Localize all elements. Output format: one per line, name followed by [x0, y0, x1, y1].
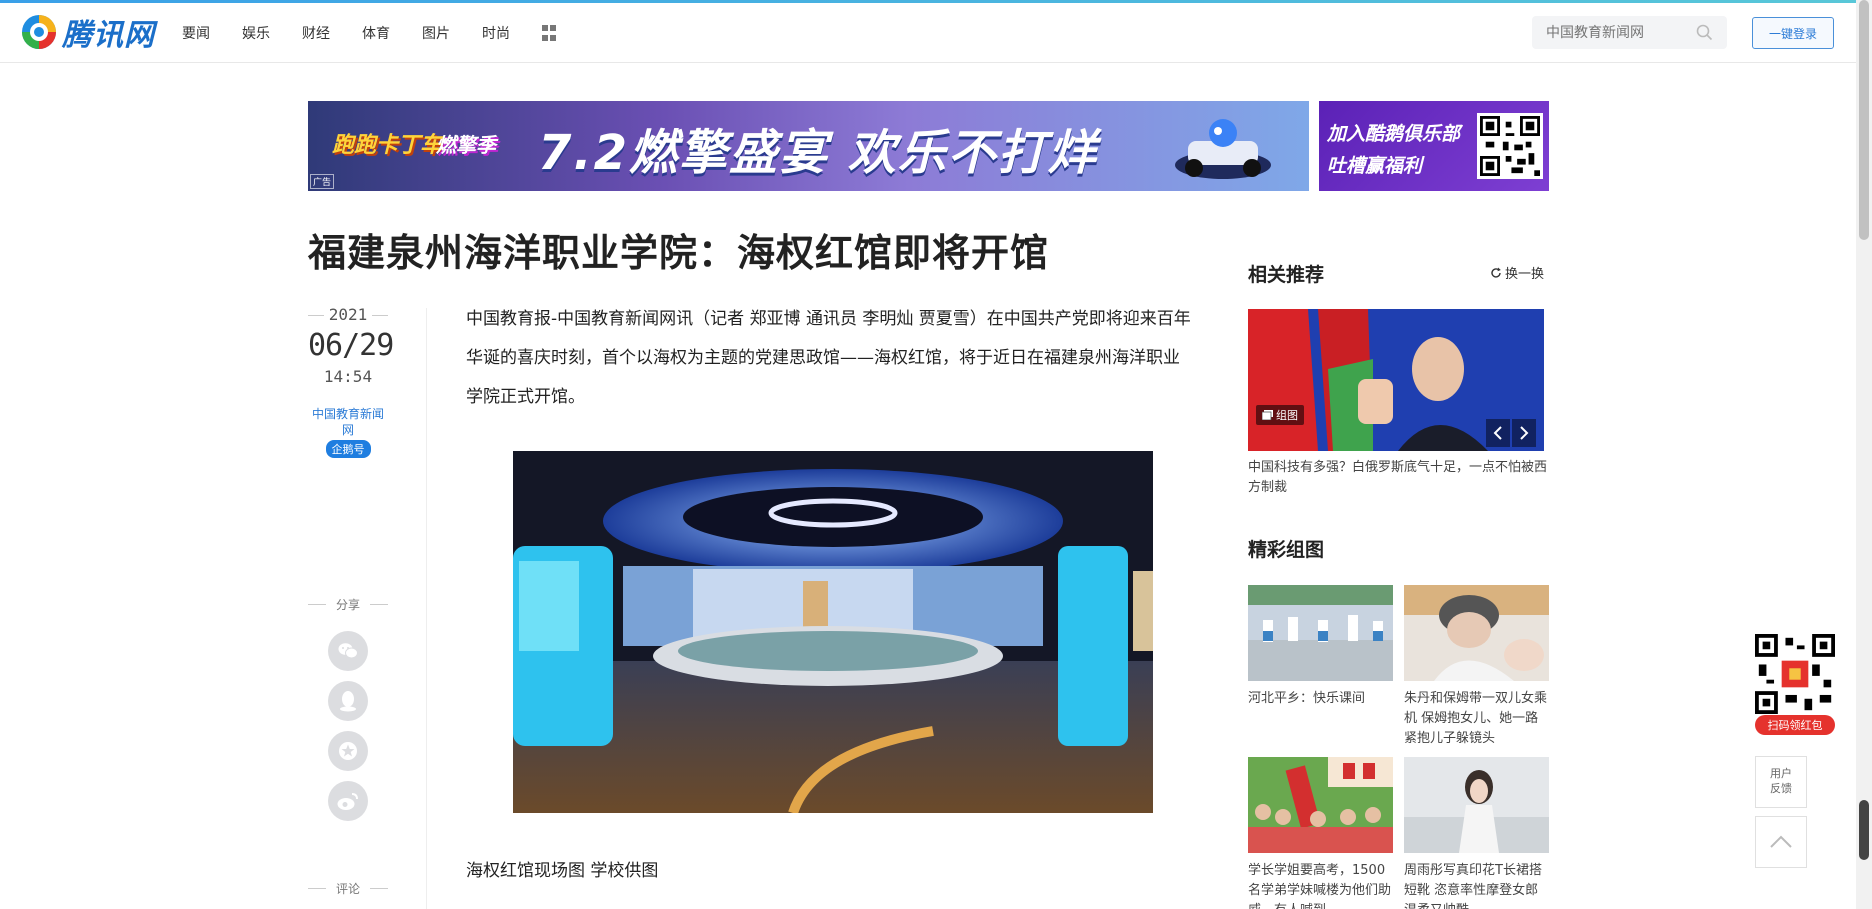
back-to-top-button[interactable] — [1755, 816, 1807, 868]
gallery-item[interactable]: 朱丹和保姆带一双儿女乘机 保姆抱女儿、她一路紧抱儿子躲镜头 — [1404, 585, 1549, 749]
banner-ad[interactable]: 跑跑卡丁车 燃擎季 7.2燃擎盛宴 欢乐不打烊 广告 — [308, 101, 1309, 191]
photo-caption: 海权红馆现场图 学校供图 — [466, 861, 659, 881]
login-button[interactable]: 一键登录 — [1752, 17, 1834, 49]
scrollbar-thumb[interactable] — [1859, 0, 1869, 240]
qr-code-icon — [1477, 113, 1543, 179]
refresh-button[interactable]: 换一换 — [1490, 263, 1544, 282]
gallery-caption: 学长学姐要高考，1500名学弟学妹喊楼为他们助威，有人喊到 — [1248, 863, 1392, 909]
share-wechat-button[interactable] — [328, 631, 368, 671]
share-label: 分享 — [308, 596, 388, 613]
gallery-item[interactable]: 河北平乡：快乐课间 — [1248, 585, 1393, 709]
gallery-item[interactable]: 周雨彤写真印花T长裙搭短靴 恣意率性摩登女郎温柔又帅酷 — [1404, 757, 1549, 909]
search-input[interactable] — [1532, 16, 1682, 49]
nav-item-finance[interactable]: 财经 — [302, 23, 330, 43]
article-meta: 2021 06/29 14:54 中国教育新闻网 企鹅号 — [308, 305, 394, 458]
gallery-caption: 河北平乡：快乐课间 — [1248, 691, 1366, 706]
meta-divider — [426, 308, 427, 909]
nav-item-pictures[interactable]: 图片 — [422, 23, 450, 43]
gallery-caption: 朱丹和保姆带一双儿女乘机 保姆抱女儿、她一路紧抱儿子躲镜头 — [1404, 691, 1548, 746]
article-title: 福建泉州海洋职业学院：海权红馆即将开馆 — [308, 231, 1050, 275]
tencent-logo-icon — [22, 15, 56, 49]
article-lead: 中国教育报-中国教育新闻网讯（记者 郑亚博 通讯员 李明灿 贾夏雪）在中国共产党… — [466, 309, 1191, 407]
share-weibo-button[interactable] — [328, 781, 368, 821]
gallery-thumb — [1404, 757, 1549, 853]
site-logo[interactable]: 腾讯网 — [20, 11, 155, 53]
gallery-section-title: 精彩组图 — [1248, 539, 1325, 561]
gallery-badge: 组图 — [1256, 405, 1304, 425]
side-ad-line-2: 吐槽赢福利 — [1327, 155, 1423, 177]
nav-item-entertainment[interactable]: 娱乐 — [242, 23, 270, 43]
banner-game-logo-2: 燃擎季 — [436, 133, 496, 157]
nav-item-fashion[interactable]: 时尚 — [482, 23, 510, 43]
search-box — [1532, 16, 1727, 49]
gallery-icon — [1262, 410, 1273, 420]
publish-date: 06/29 — [308, 328, 394, 363]
refresh-label: 换一换 — [1505, 267, 1545, 282]
star-icon — [339, 742, 357, 760]
nav-item-sports[interactable]: 体育 — [362, 23, 390, 43]
related-caption[interactable]: 中国科技有多强？白俄罗斯底气十足，一点不怕被西方制裁 — [1248, 458, 1548, 498]
share-qzone-button[interactable] — [328, 731, 368, 771]
article-photo — [513, 451, 1153, 813]
scrollbar-thumb-secondary[interactable] — [1859, 800, 1869, 860]
chevron-up-icon — [1770, 835, 1792, 848]
side-banner-ad[interactable]: 加入酷鹅俱乐部 吐槽赢福利 — [1319, 101, 1549, 191]
gallery-caption: 周雨彤写真印花T长裙搭短靴 恣意率性摩登女郎温柔又帅酷 — [1404, 863, 1542, 909]
main-nav: 要闻 娱乐 财经 体育 图片 时尚 — [182, 23, 556, 43]
side-ad-line-1: 加入酷鹅俱乐部 — [1327, 123, 1461, 145]
refresh-icon — [1491, 267, 1501, 278]
more-grid-icon[interactable] — [542, 25, 556, 43]
redpack-button[interactable]: 扫码领红包 — [1755, 715, 1835, 735]
publish-year: 2021 — [308, 305, 388, 324]
nav-item-news[interactable]: 要闻 — [182, 23, 210, 43]
banner-game-logo: 跑跑卡丁车 — [332, 133, 443, 158]
carousel-next-button[interactable] — [1512, 419, 1536, 447]
carousel-prev-button[interactable] — [1486, 419, 1510, 447]
related-gallery-image[interactable]: 组图 — [1248, 309, 1544, 451]
search-icon[interactable] — [1696, 24, 1713, 41]
gallery-item[interactable]: 学长学姐要高考，1500名学弟学妹喊楼为他们助威，有人喊到 — [1248, 757, 1393, 909]
source-badge[interactable]: 企鹅号 — [325, 440, 371, 458]
redpack-qr-code-icon[interactable] — [1755, 634, 1835, 714]
chevron-right-icon — [1520, 426, 1529, 440]
gallery-thumb — [1404, 585, 1549, 681]
banner-headline: 7.2燃擎盛宴 欢乐不打烊 — [538, 125, 1098, 181]
chevron-left-icon — [1493, 426, 1502, 440]
weibo-icon — [337, 793, 358, 810]
ad-tag: 广告 — [310, 174, 335, 189]
comment-label[interactable]: 评论 — [308, 880, 388, 897]
related-section-title: 相关推荐 — [1248, 264, 1325, 286]
kart-car-icon — [1175, 119, 1271, 179]
logo-text: 腾讯网 — [62, 18, 155, 53]
article-source[interactable]: 中国教育新闻网 — [308, 406, 388, 438]
qq-penguin-icon — [340, 691, 356, 712]
gallery-thumb — [1248, 757, 1393, 853]
page-scrollbar[interactable] — [1856, 0, 1872, 909]
user-feedback-button[interactable]: 用户 反馈 — [1755, 756, 1807, 808]
share-qq-button[interactable] — [328, 681, 368, 721]
gallery-thumb — [1248, 585, 1393, 681]
wechat-icon — [338, 643, 358, 659]
publish-time: 14:54 — [323, 367, 373, 386]
site-header: 腾讯网 要闻 娱乐 财经 体育 图片 时尚 一键登录 — [0, 3, 1856, 63]
